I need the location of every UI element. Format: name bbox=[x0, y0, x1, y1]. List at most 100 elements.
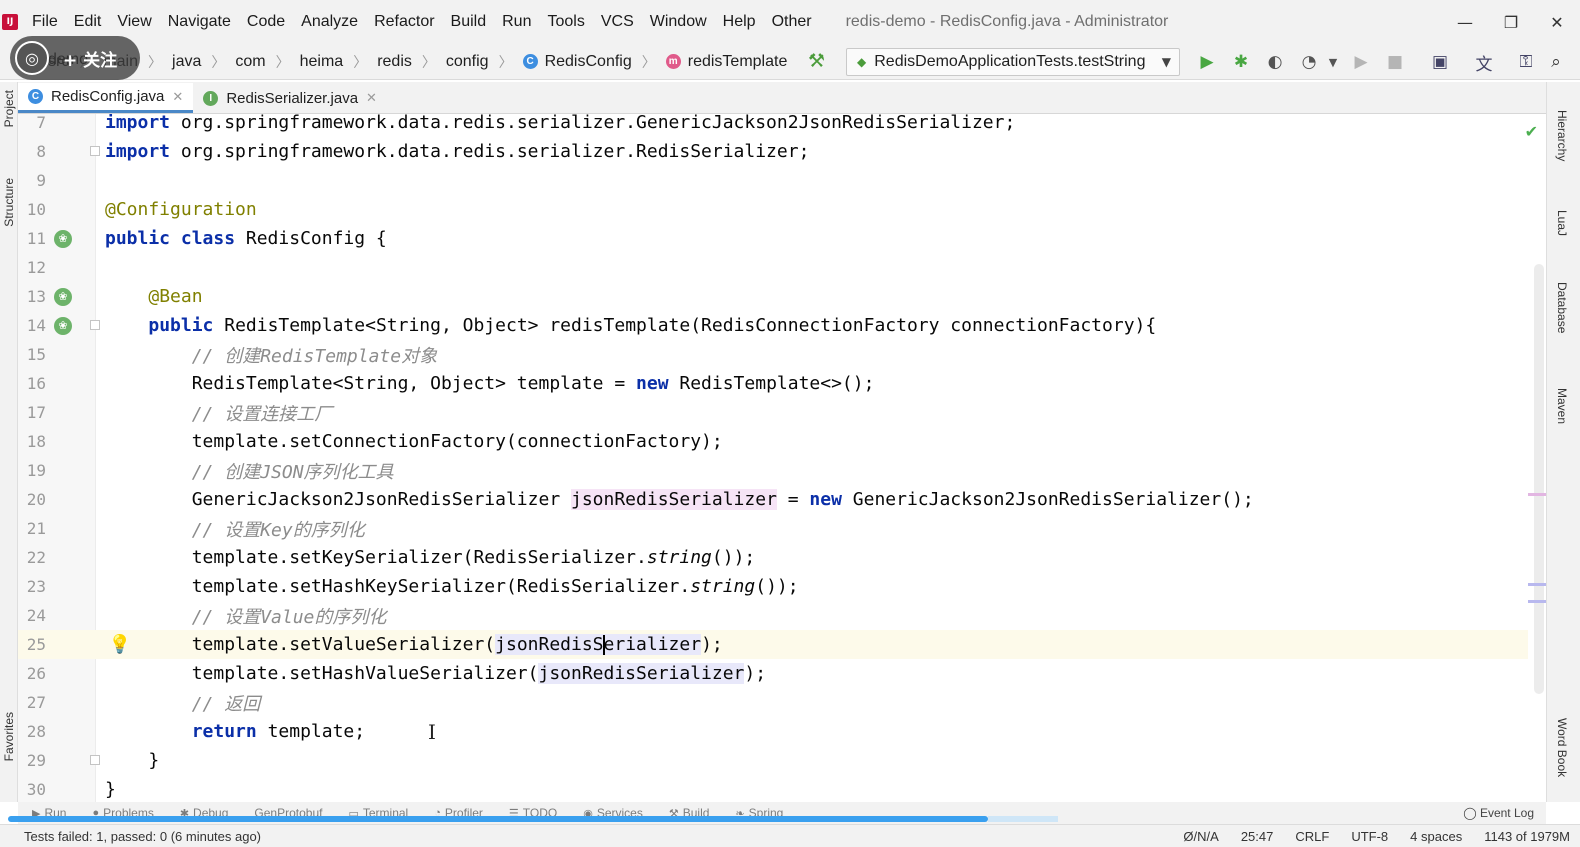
menu-run[interactable]: Run bbox=[502, 13, 531, 31]
run-icon[interactable]: ▶ bbox=[1195, 50, 1219, 74]
translate-icon[interactable]: 文 bbox=[1472, 50, 1496, 75]
menu-vcs[interactable]: VCS bbox=[601, 13, 634, 31]
tab-redisserializer[interactable]: I RedisSerializer.java ✕ bbox=[193, 83, 387, 113]
resume-icon[interactable]: ▶ bbox=[1349, 50, 1373, 74]
line-number: 16 bbox=[26, 374, 46, 393]
chevron-right-icon: 〉 bbox=[421, 54, 436, 71]
profile-dropdown-icon[interactable]: ▼ bbox=[1321, 50, 1345, 74]
menu-window[interactable]: Window bbox=[650, 13, 707, 31]
line-number: 7 bbox=[36, 114, 46, 132]
video-buffer-bar bbox=[988, 816, 1058, 822]
code-text: RedisTemplate<String, Object> template =… bbox=[105, 373, 875, 394]
debug-icon[interactable]: ✱ bbox=[1229, 50, 1253, 74]
memory-indicator[interactable]: 1143 of 1979M bbox=[1484, 829, 1570, 844]
close-window-button[interactable]: ✕ bbox=[1534, 0, 1580, 44]
build-hammer-icon[interactable]: ⚒ bbox=[808, 50, 825, 72]
code-editor[interactable]: 7 import org.springframework.data.redis.… bbox=[18, 114, 1546, 802]
line-number: 9 bbox=[36, 171, 46, 190]
code-text: // 设置连接工厂 bbox=[191, 403, 333, 425]
crumb-config[interactable]: config bbox=[446, 53, 489, 71]
line-number: 12 bbox=[26, 258, 46, 277]
menu-file[interactable]: File bbox=[32, 13, 58, 31]
line-number: 11 bbox=[26, 229, 46, 248]
menu-navigate[interactable]: Navigate bbox=[168, 13, 231, 31]
git-branch-status[interactable]: Ø/N/A bbox=[1183, 829, 1218, 844]
code-line: 30 } bbox=[18, 775, 1528, 802]
follow-overlay[interactable]: ◎ + 关注 bbox=[10, 36, 140, 80]
chevron-right-icon: 〉 bbox=[148, 54, 163, 71]
search-icon[interactable]: ⌕ bbox=[1544, 50, 1568, 74]
profile-icon[interactable]: ◔ bbox=[1297, 50, 1321, 74]
window-controls: — ❐ ✕ bbox=[1442, 0, 1580, 44]
project-structure-icon[interactable]: ▣ bbox=[1428, 50, 1452, 74]
event-log-icon: ◯ bbox=[1463, 806, 1480, 820]
status-message[interactable]: Tests failed: 1, passed: 0 (6 minutes ag… bbox=[24, 829, 261, 844]
line-number: 20 bbox=[26, 490, 46, 509]
right-tool-strip: Hierarchy LuaJ Database Maven Word Book bbox=[1546, 82, 1580, 802]
run-config-icon: ◆ bbox=[857, 55, 867, 69]
favorites-panel-tab[interactable]: Favorites bbox=[0, 712, 18, 761]
vcs-icon[interactable]: ⚿ bbox=[1514, 50, 1538, 74]
luaj-panel-tab[interactable]: LuaJ bbox=[1555, 210, 1569, 236]
fold-marker-icon[interactable] bbox=[90, 146, 100, 156]
inspection-ok-icon[interactable]: ✔ bbox=[1525, 122, 1538, 141]
fold-marker-icon[interactable] bbox=[90, 755, 100, 765]
menu-view[interactable]: View bbox=[117, 13, 151, 31]
code-line: 24 // 设置Value的序列化 bbox=[18, 601, 1528, 630]
crumb-com[interactable]: com bbox=[235, 53, 265, 71]
close-icon[interactable]: ✕ bbox=[172, 89, 183, 105]
tab-label: RedisSerializer.java bbox=[226, 89, 359, 107]
line-separator[interactable]: CRLF bbox=[1295, 829, 1329, 844]
spring-bean-icon[interactable]: ❀ bbox=[54, 287, 72, 306]
restore-button[interactable]: ❐ bbox=[1488, 0, 1534, 44]
chevron-right-icon: 〉 bbox=[275, 54, 290, 71]
run-configuration-select[interactable]: ◆ RedisDemoApplicationTests.testString ▼ bbox=[846, 48, 1180, 76]
code-line: 8 import org.springframework.data.redis.… bbox=[18, 137, 1528, 166]
fold-marker-icon[interactable] bbox=[90, 320, 100, 330]
menu-help[interactable]: Help bbox=[723, 13, 756, 31]
database-panel-tab[interactable]: Database bbox=[1555, 282, 1569, 333]
crumb-class[interactable]: C RedisConfig bbox=[522, 53, 632, 71]
menu-edit[interactable]: Edit bbox=[74, 13, 102, 31]
project-panel-tab[interactable]: Project bbox=[0, 90, 18, 127]
stop-icon[interactable]: ■ bbox=[1383, 50, 1407, 74]
error-stripe-marker[interactable] bbox=[1528, 600, 1546, 603]
code-line: 23 template.setHashKeySerializer(RedisSe… bbox=[18, 572, 1528, 601]
code-text: } bbox=[105, 750, 160, 771]
spring-bean-icon[interactable]: ❀ bbox=[54, 316, 72, 335]
crumb-method[interactable]: m redisTemplate bbox=[665, 53, 787, 71]
line-number: 14 bbox=[26, 316, 46, 335]
chevron-right-icon: 〉 bbox=[498, 54, 513, 71]
structure-panel-tab[interactable]: Structure bbox=[0, 178, 18, 227]
minimize-button[interactable]: — bbox=[1442, 0, 1488, 44]
coverage-icon[interactable]: ◐ bbox=[1263, 50, 1287, 74]
close-icon[interactable]: ✕ bbox=[366, 90, 377, 106]
code-line: 29 } bbox=[18, 746, 1528, 775]
menu-other[interactable]: Other bbox=[772, 13, 812, 31]
menu-tools[interactable]: Tools bbox=[547, 13, 584, 31]
indent-setting[interactable]: 4 spaces bbox=[1410, 829, 1462, 844]
vertical-scrollbar[interactable] bbox=[1534, 264, 1544, 694]
avatar: ◎ bbox=[15, 41, 49, 75]
error-stripe-marker[interactable] bbox=[1528, 583, 1546, 586]
hierarchy-panel-tab[interactable]: Hierarchy bbox=[1555, 110, 1569, 161]
code-line: 13 ❀ @Bean bbox=[18, 282, 1528, 311]
tab-redisconfig[interactable]: C RedisConfig.java ✕ bbox=[18, 83, 194, 113]
menu-refactor[interactable]: Refactor bbox=[374, 13, 434, 31]
spring-bean-icon[interactable]: ❀ bbox=[54, 229, 72, 248]
error-stripe-marker[interactable] bbox=[1528, 493, 1546, 496]
chevron-right-icon: 〉 bbox=[641, 54, 656, 71]
menu-build[interactable]: Build bbox=[451, 13, 487, 31]
maven-panel-tab[interactable]: Maven bbox=[1555, 388, 1569, 424]
caret-position[interactable]: 25:47 bbox=[1241, 829, 1274, 844]
crumb-redis[interactable]: redis bbox=[377, 53, 412, 71]
code-text: template.setConnectionFactory(connection… bbox=[105, 431, 723, 452]
word-book-panel-tab[interactable]: Word Book bbox=[1555, 718, 1569, 777]
file-encoding[interactable]: UTF-8 bbox=[1351, 829, 1388, 844]
event-log-button[interactable]: ◯ Event Log bbox=[1463, 806, 1534, 820]
menu-code[interactable]: Code bbox=[247, 13, 285, 31]
menu-analyze[interactable]: Analyze bbox=[301, 13, 358, 31]
crumb-java[interactable]: java bbox=[172, 53, 201, 71]
video-progress-bar[interactable] bbox=[8, 816, 988, 822]
crumb-heima[interactable]: heima bbox=[300, 53, 344, 71]
